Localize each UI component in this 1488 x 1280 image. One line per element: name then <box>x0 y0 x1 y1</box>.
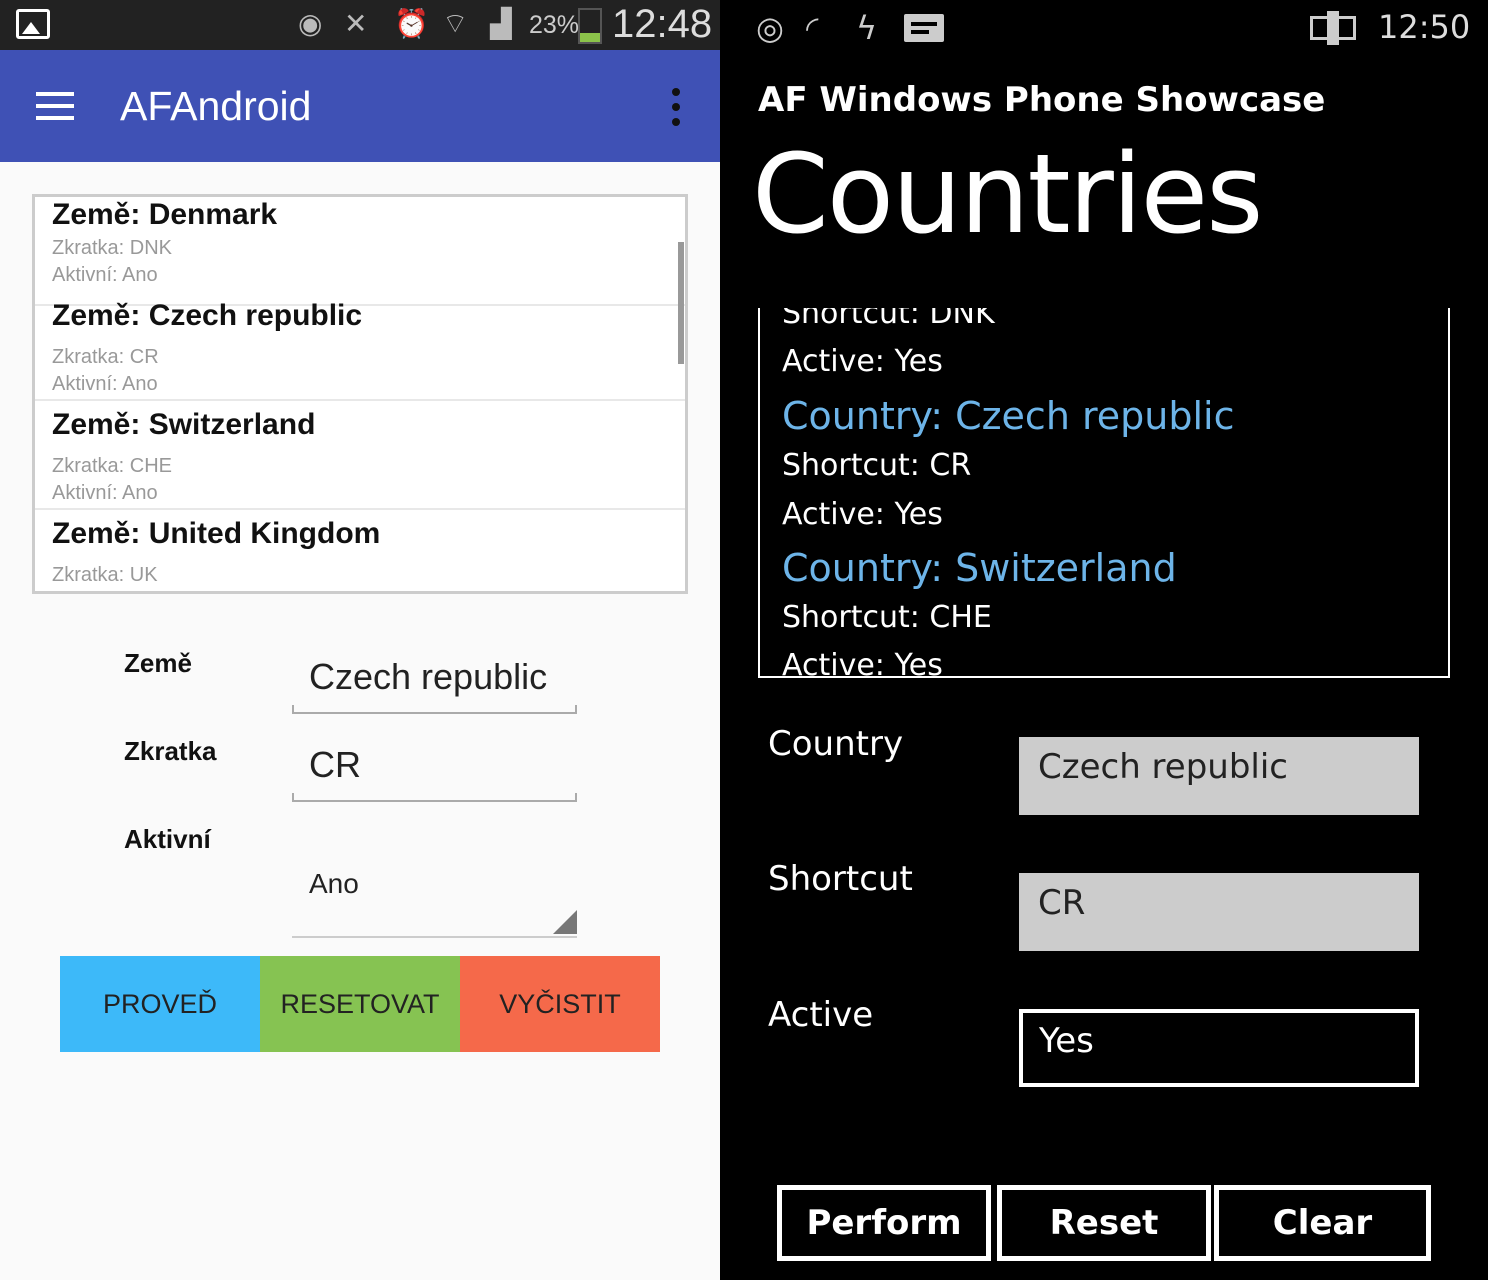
list-item-abbr: Zkratka: CR <box>52 346 159 368</box>
reset-button[interactable]: Reset <box>997 1185 1211 1261</box>
country-list[interactable]: Shortcut: DNK Active: Yes Country: Czech… <box>758 308 1450 678</box>
shortcut-field[interactable]: CR <box>1019 873 1419 951</box>
list-item-active: Aktivní: Ano <box>52 482 158 504</box>
active-picker-value: Yes <box>1039 1021 1094 1061</box>
eye-icon: ◉ <box>298 7 323 40</box>
status-clock: 12:50 <box>1378 8 1471 46</box>
list-detail-line: Shortcut: DNK <box>782 308 995 331</box>
list-item-abbr: Zkratka: DNK <box>52 237 173 259</box>
active-label: Active <box>768 995 874 1035</box>
list-detail-line: Shortcut: CR <box>782 448 972 483</box>
country-field-value: Czech republic <box>309 656 548 697</box>
app-title: AF Windows Phone Showcase <box>758 80 1326 120</box>
list-item[interactable]: Země: Czech republic Zkratka: CR Aktivní… <box>35 292 685 401</box>
list-detail-line: Active: Yes <box>782 648 943 678</box>
android-status-bar: ◉ ✕ ⏰ ⌔ ▟ 23% 12:48 <box>0 0 720 50</box>
country-list[interactable]: Země: Denmark Zkratka: DNK Aktivní: Ano … <box>32 194 688 594</box>
shortcut-field-value: CR <box>309 744 361 785</box>
list-item[interactable]: Země: Switzerland Zkratka: CHE Aktivní: … <box>35 401 685 510</box>
list-detail-line: Shortcut: CHE <box>782 600 992 635</box>
app-title: AFAndroid <box>120 83 312 129</box>
list-scrollbar[interactable] <box>678 242 684 364</box>
list-item-abbr: Zkratka: CHE <box>52 455 173 477</box>
country-label: Země <box>124 648 192 678</box>
wifi-icon: ⌔ <box>442 7 469 40</box>
clear-button[interactable]: Clear <box>1214 1185 1431 1261</box>
list-item-active: Aktivní: Ano <box>52 264 158 286</box>
list-item-name: Země: United Kingdom <box>52 517 381 550</box>
battery-percent: 23% <box>529 11 580 39</box>
list-item-active: Aktivní: Ano <box>52 373 158 395</box>
signal-icon: ▟ <box>490 7 512 40</box>
active-label: Aktivní <box>124 824 211 854</box>
list-item-abbr: Zkratka: UK <box>52 564 158 586</box>
perform-button[interactable]: PROVEĎ <box>60 956 260 1052</box>
country-field[interactable]: Czech republic <box>292 656 577 714</box>
battery-icon <box>578 8 602 44</box>
shortcut-field[interactable]: CR <box>292 744 577 802</box>
windows-phone-screen: ◎ ◜ ϟ 12:50 AF Windows Phone Showcase Co… <box>720 0 1488 1280</box>
list-item-name: Země: Denmark <box>52 198 278 231</box>
list-detail-line: Active: Yes <box>782 344 943 379</box>
country-field[interactable]: Czech republic <box>1019 737 1419 815</box>
nfc-icon: ◎ <box>756 9 784 47</box>
active-picker[interactable]: Yes <box>1019 1009 1419 1087</box>
list-item-name: Země: Czech republic <box>52 299 363 332</box>
charging-icon <box>1310 11 1356 45</box>
mute-icon: ✕ <box>344 7 368 40</box>
android-screen: ◉ ✕ ⏰ ⌔ ▟ 23% 12:48 AFAndroid Země: Denm… <box>0 0 720 1280</box>
list-detail-line: Active: Yes <box>782 497 943 532</box>
menu-icon[interactable] <box>36 92 76 120</box>
list-item-name: Země: Switzerland <box>52 408 316 441</box>
reset-button[interactable]: RESETOVAT <box>260 956 460 1052</box>
active-spinner-value: Ano <box>309 868 359 899</box>
shortcut-label: Shortcut <box>768 859 913 899</box>
bluetooth-icon: ϟ <box>856 9 878 47</box>
list-item[interactable]: Země: United Kingdom Zkratka: UK <box>35 510 685 591</box>
active-spinner[interactable]: Ano <box>292 868 577 938</box>
status-clock: 12:48 <box>612 2 713 46</box>
shortcut-label: Zkratka <box>124 736 217 766</box>
gallery-icon <box>16 9 50 39</box>
country-field-value: Czech republic <box>1038 747 1289 787</box>
list-item[interactable]: Země: Denmark Zkratka: DNK Aktivní: Ano <box>35 197 685 306</box>
app-bar: AFAndroid <box>0 50 720 162</box>
list-country-line[interactable]: Country: Czech republic <box>782 394 1235 438</box>
message-icon <box>904 14 944 42</box>
clear-button[interactable]: VYČISTIT <box>460 956 660 1052</box>
perform-button[interactable]: Perform <box>777 1185 991 1261</box>
alarm-icon: ⏰ <box>394 7 429 40</box>
list-country-line[interactable]: Country: Switzerland <box>782 546 1177 590</box>
spinner-arrow-icon <box>553 910 577 934</box>
overflow-menu-icon[interactable] <box>670 88 682 128</box>
country-label: Country <box>768 724 904 764</box>
shortcut-field-value: CR <box>1038 883 1086 923</box>
wifi-icon: ◜ <box>806 9 819 47</box>
page-title: Countries <box>752 130 1263 258</box>
